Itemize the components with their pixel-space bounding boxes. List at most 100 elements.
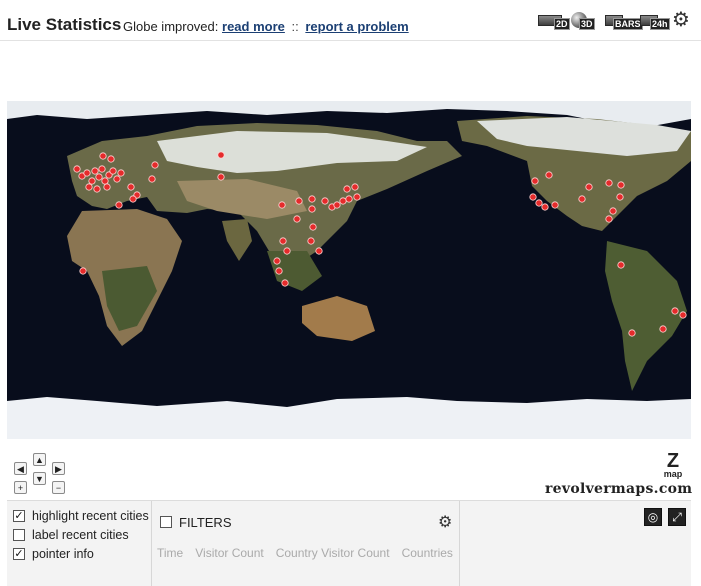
zmap-label: map: [663, 469, 683, 479]
city-dot[interactable]: [148, 175, 156, 183]
globe-notice: Globe improved: read more :: report a pr…: [123, 19, 409, 34]
city-dot[interactable]: [115, 201, 123, 209]
city-dot[interactable]: [535, 199, 543, 207]
target-icon[interactable]: ◎: [644, 508, 662, 526]
city-dot[interactable]: [101, 177, 109, 185]
city-dot[interactable]: [585, 183, 593, 191]
city-dot[interactable]: [628, 329, 636, 337]
city-dots-layer: [73, 151, 687, 337]
city-dot[interactable]: [309, 223, 317, 231]
city-dot[interactable]: [85, 183, 93, 191]
city-dot[interactable]: [279, 237, 287, 245]
city-dot[interactable]: [315, 247, 323, 255]
city-dot[interactable]: [273, 257, 281, 265]
option-label-recent-cities[interactable]: label recent cities: [13, 527, 129, 543]
city-dot[interactable]: [275, 267, 283, 275]
city-dot[interactable]: [95, 173, 103, 181]
pan-left-button[interactable]: ◀: [14, 462, 27, 475]
city-dot[interactable]: [333, 201, 341, 209]
zoom-map-button[interactable]: Z map: [659, 450, 687, 479]
read-more-link[interactable]: read more: [222, 19, 285, 34]
city-dot[interactable]: [295, 197, 303, 205]
city-dot[interactable]: [541, 203, 549, 211]
city-dot[interactable]: [83, 169, 91, 177]
city-dot[interactable]: [605, 179, 613, 187]
pan-up-button[interactable]: ▲: [33, 453, 46, 466]
column-countries[interactable]: Countries: [402, 546, 453, 560]
report-problem-link[interactable]: report a problem: [305, 19, 408, 34]
city-dot[interactable]: [79, 267, 87, 275]
view-bars-label: BARS: [613, 18, 643, 30]
world-map[interactable]: [7, 101, 691, 439]
city-dot[interactable]: [281, 279, 289, 287]
zoom-in-button[interactable]: +: [14, 481, 27, 494]
city-dot[interactable]: [217, 173, 225, 181]
column-country-visitor-count[interactable]: Country Visitor Count: [276, 546, 390, 560]
city-dot[interactable]: [127, 183, 135, 191]
city-dot[interactable]: [99, 152, 107, 160]
city-dot[interactable]: [617, 181, 625, 189]
filters-gear-icon[interactable]: ⚙: [438, 512, 452, 532]
city-dot[interactable]: [129, 195, 137, 203]
view-3d-button[interactable]: 3D: [571, 11, 595, 30]
city-dot[interactable]: [308, 195, 316, 203]
city-dot[interactable]: [93, 185, 101, 193]
city-dot[interactable]: [671, 307, 679, 315]
city-dot[interactable]: [278, 201, 286, 209]
filters-label: FILTERS: [179, 514, 232, 530]
city-dot[interactable]: [88, 177, 96, 185]
city-dot[interactable]: [307, 237, 315, 245]
city-dot[interactable]: [345, 195, 353, 203]
column-time[interactable]: Time: [157, 546, 183, 560]
city-dot[interactable]: [609, 207, 617, 215]
view-2d-label: 2D: [554, 18, 570, 30]
column-visitor-count[interactable]: Visitor Count: [195, 546, 263, 560]
city-dot[interactable]: [103, 183, 111, 191]
city-dot[interactable]: [98, 165, 106, 173]
view-bars-button[interactable]: BARS: [605, 11, 643, 30]
city-dot[interactable]: [551, 201, 559, 209]
highlight-checkbox[interactable]: ✓: [13, 510, 25, 522]
label-checkbox[interactable]: [13, 529, 25, 541]
city-dot[interactable]: [107, 155, 115, 163]
city-dot[interactable]: [531, 177, 539, 185]
view-2d-button[interactable]: 2D: [538, 11, 570, 30]
pointer-info-checkbox[interactable]: ✓: [13, 548, 25, 560]
view-24h-label: 24h: [650, 18, 670, 30]
city-dot[interactable]: [578, 195, 586, 203]
city-dot[interactable]: [617, 261, 625, 269]
zmap-letter: Z: [666, 450, 680, 472]
city-dot[interactable]: [113, 175, 121, 183]
option-highlight-recent-cities[interactable]: ✓ highlight recent cities: [13, 508, 149, 524]
revolvermaps-logo[interactable]: revolvermaps.com: [545, 481, 692, 497]
settings-gear-icon[interactable]: ⚙: [671, 10, 691, 30]
city-dot[interactable]: [283, 247, 291, 255]
zoom-out-button[interactable]: −: [52, 481, 65, 494]
city-dot[interactable]: [151, 161, 159, 169]
city-dot[interactable]: [679, 311, 687, 319]
city-dot[interactable]: [91, 167, 99, 175]
city-dot[interactable]: [605, 215, 613, 223]
city-dot[interactable]: [117, 169, 125, 177]
view-24h-button[interactable]: 24h: [640, 11, 670, 30]
city-dot[interactable]: [545, 171, 553, 179]
city-dot[interactable]: [109, 167, 117, 175]
city-dot[interactable]: [343, 185, 351, 193]
fullscreen-icon[interactable]: ⤢: [668, 508, 686, 526]
city-dot[interactable]: [616, 193, 624, 201]
city-dot[interactable]: [73, 165, 81, 173]
pan-down-button[interactable]: ▼: [33, 472, 46, 485]
city-dot[interactable]: [339, 197, 347, 205]
city-dot[interactable]: [659, 325, 667, 333]
filters-toggle[interactable]: FILTERS: [160, 514, 232, 530]
city-dot[interactable]: [321, 197, 329, 205]
filters-checkbox[interactable]: [160, 516, 172, 528]
city-dot[interactable]: [308, 205, 316, 213]
city-dot[interactable]: [217, 151, 225, 159]
city-dot[interactable]: [293, 215, 301, 223]
city-dot[interactable]: [351, 183, 359, 191]
city-dot[interactable]: [353, 193, 361, 201]
pan-right-button[interactable]: ▶: [52, 462, 65, 475]
option-pointer-info[interactable]: ✓ pointer info: [13, 546, 94, 562]
city-dot[interactable]: [529, 193, 537, 201]
